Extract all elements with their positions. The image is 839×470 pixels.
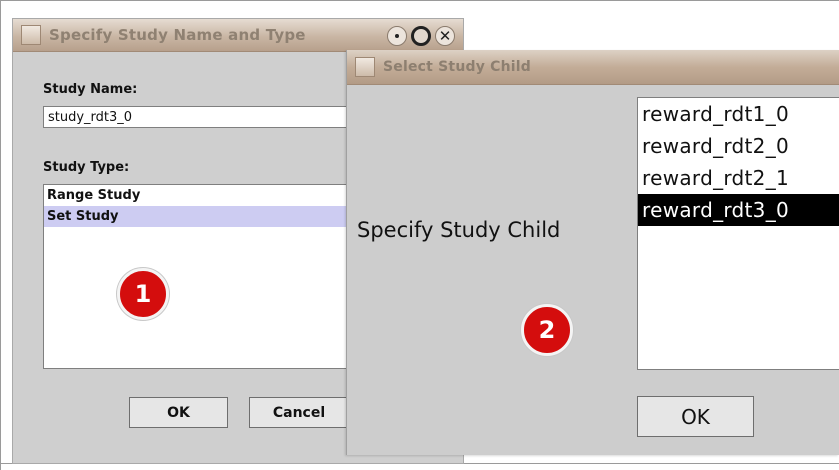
study-child-option-selected[interactable]: reward_rdt3_0 bbox=[638, 194, 839, 226]
study-type-list[interactable]: Range Study Set Study bbox=[43, 184, 373, 369]
frame-left-line bbox=[0, 0, 1, 470]
study-child-option[interactable]: reward_rdt2_1 bbox=[638, 162, 839, 194]
study-type-label: Study Type: bbox=[43, 160, 130, 175]
dialog2-titlebar[interactable]: Select Study Child bbox=[347, 50, 839, 85]
dialog2-title: Select Study Child bbox=[383, 59, 531, 75]
study-child-list[interactable]: reward_rdt1_0 reward_rdt2_0 reward_rdt2_… bbox=[637, 97, 839, 370]
window-menu-icon[interactable] bbox=[21, 25, 41, 45]
window-menu-icon[interactable] bbox=[355, 57, 375, 77]
step-badge-2: 2 bbox=[521, 304, 573, 356]
study-child-option[interactable]: reward_rdt2_0 bbox=[638, 130, 839, 162]
study-name-input[interactable] bbox=[43, 106, 373, 128]
study-name-label: Study Name: bbox=[43, 82, 138, 97]
minimize-icon[interactable] bbox=[387, 26, 407, 46]
maximize-icon[interactable] bbox=[411, 26, 431, 46]
study-type-option-range[interactable]: Range Study bbox=[44, 185, 372, 206]
dialog1-titlebar[interactable]: Specify Study Name and Type ✕ bbox=[13, 19, 463, 52]
select-study-child-dialog: Select Study Child Specify Study Child r… bbox=[346, 50, 839, 455]
dialog1-title: Specify Study Name and Type bbox=[49, 26, 306, 44]
study-type-option-set[interactable]: Set Study bbox=[44, 206, 372, 227]
cancel-button[interactable]: Cancel bbox=[249, 397, 349, 428]
ok-button[interactable]: OK bbox=[129, 397, 228, 428]
ok-button[interactable]: OK bbox=[637, 396, 754, 437]
specify-study-child-label: Specify Study Child bbox=[357, 218, 561, 242]
study-child-option[interactable]: reward_rdt1_0 bbox=[638, 98, 839, 130]
step-badge-1: 1 bbox=[117, 268, 169, 320]
frame-top-line bbox=[0, 0, 839, 1]
close-icon[interactable]: ✕ bbox=[435, 26, 455, 46]
